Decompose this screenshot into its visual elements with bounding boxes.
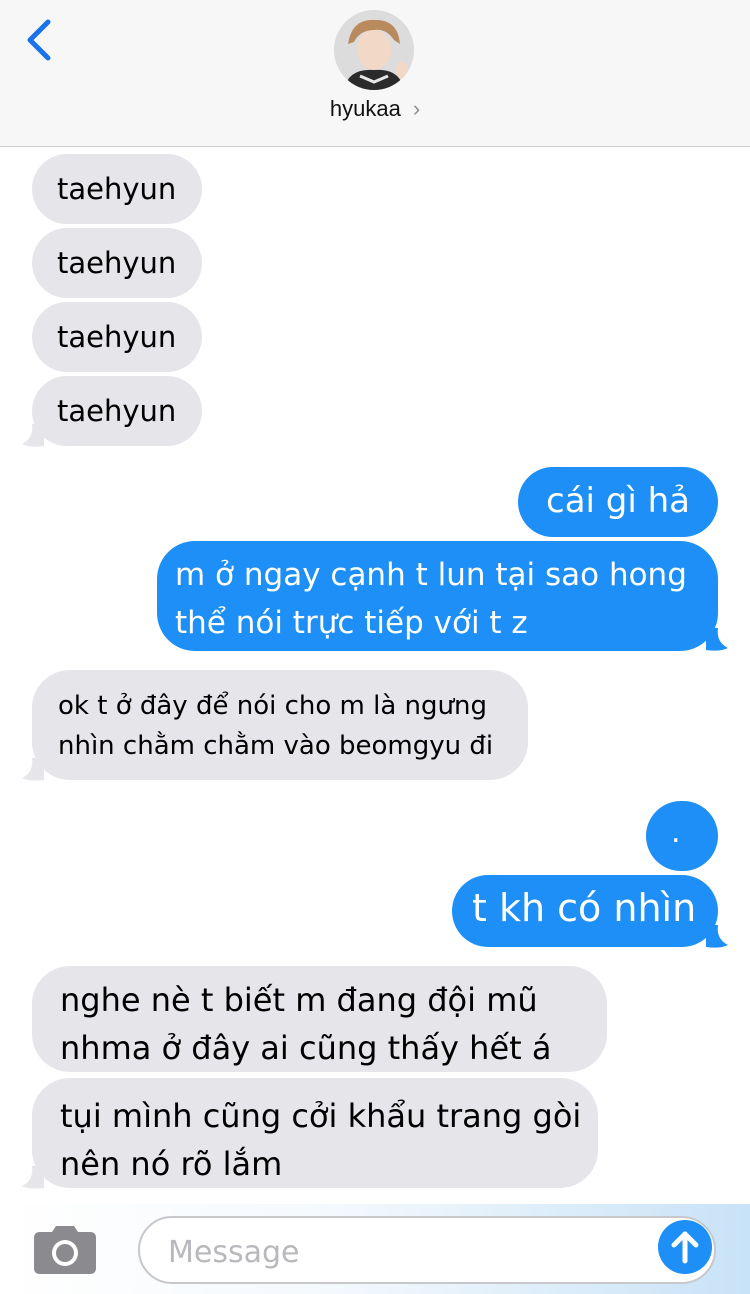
message-bubble-received[interactable]: taehyun xyxy=(32,228,202,298)
message-text: . xyxy=(671,815,681,850)
conversation-header: hyukaa › xyxy=(0,0,750,147)
send-button[interactable] xyxy=(658,1220,712,1274)
message-input-placeholder: Message xyxy=(168,1235,300,1270)
message-text-line: thể nói trực tiếp với t z xyxy=(175,605,528,641)
camera-button[interactable] xyxy=(34,1226,96,1274)
bubble-tail-received xyxy=(22,758,44,781)
message-text: taehyun xyxy=(57,320,177,354)
bubble-tail-received xyxy=(22,1166,44,1189)
message-text-line: ok t ở đây để nói cho m là ngưng xyxy=(58,691,487,721)
chevron-right-icon: › xyxy=(412,96,421,121)
avatar-photo xyxy=(334,10,414,90)
message-bubble-sent[interactable]: t kh có nhìn xyxy=(452,875,718,947)
bubble-tail-sent xyxy=(706,628,728,651)
message-text-line: nên nó rõ lắm xyxy=(60,1145,283,1183)
message-text-line: m ở ngay cạnh t lun tại sao hong xyxy=(175,557,687,593)
message-text: taehyun xyxy=(57,394,177,428)
camera-icon xyxy=(34,1226,96,1274)
contact-avatar[interactable] xyxy=(334,10,414,90)
message-bubble-received[interactable]: tụi mình cũng cởi khẩu trang gòi nên nó … xyxy=(32,1078,598,1188)
bubble-tail-sent xyxy=(706,925,728,948)
message-text: taehyun xyxy=(57,172,177,206)
contact-name-button[interactable]: hyukaa › xyxy=(0,96,750,122)
message-text-line: nhìn chằm chằm vào beomgyu đi xyxy=(58,731,494,761)
message-text-line: nghe nè t biết m đang đội mũ xyxy=(60,981,538,1019)
message-bubble-received[interactable]: taehyun xyxy=(32,154,202,224)
message-bubble-received[interactable]: ok t ở đây để nói cho m là ngưng nhìn ch… xyxy=(32,670,528,780)
message-text-line: tụi mình cũng cởi khẩu trang gòi xyxy=(60,1097,582,1135)
message-bubble-received[interactable]: taehyun xyxy=(32,376,202,446)
message-bubble-sent[interactable]: m ở ngay cạnh t lun tại sao hong thể nói… xyxy=(157,541,718,651)
message-composer: Message xyxy=(0,1204,750,1294)
message-bubble-received[interactable]: taehyun xyxy=(32,302,202,372)
message-bubble-sent[interactable]: cái gì hả xyxy=(518,467,718,537)
contact-name: hyukaa xyxy=(329,96,401,121)
message-text: cái gì hả xyxy=(546,481,691,521)
bubble-tail-received xyxy=(22,424,44,447)
message-bubble-received[interactable]: nghe nè t biết m đang đội mũ nhma ở đây … xyxy=(32,966,607,1072)
message-text: t kh có nhìn xyxy=(472,886,697,930)
back-chevron-icon xyxy=(27,19,51,61)
message-input[interactable]: Message xyxy=(138,1216,716,1284)
message-text: taehyun xyxy=(57,246,177,280)
send-arrow-icon xyxy=(671,1231,699,1264)
back-button[interactable] xyxy=(20,18,60,66)
message-text-line: nhma ở đây ai cũng thấy hết á xyxy=(60,1029,552,1067)
message-bubble-sent[interactable]: . xyxy=(646,801,718,871)
